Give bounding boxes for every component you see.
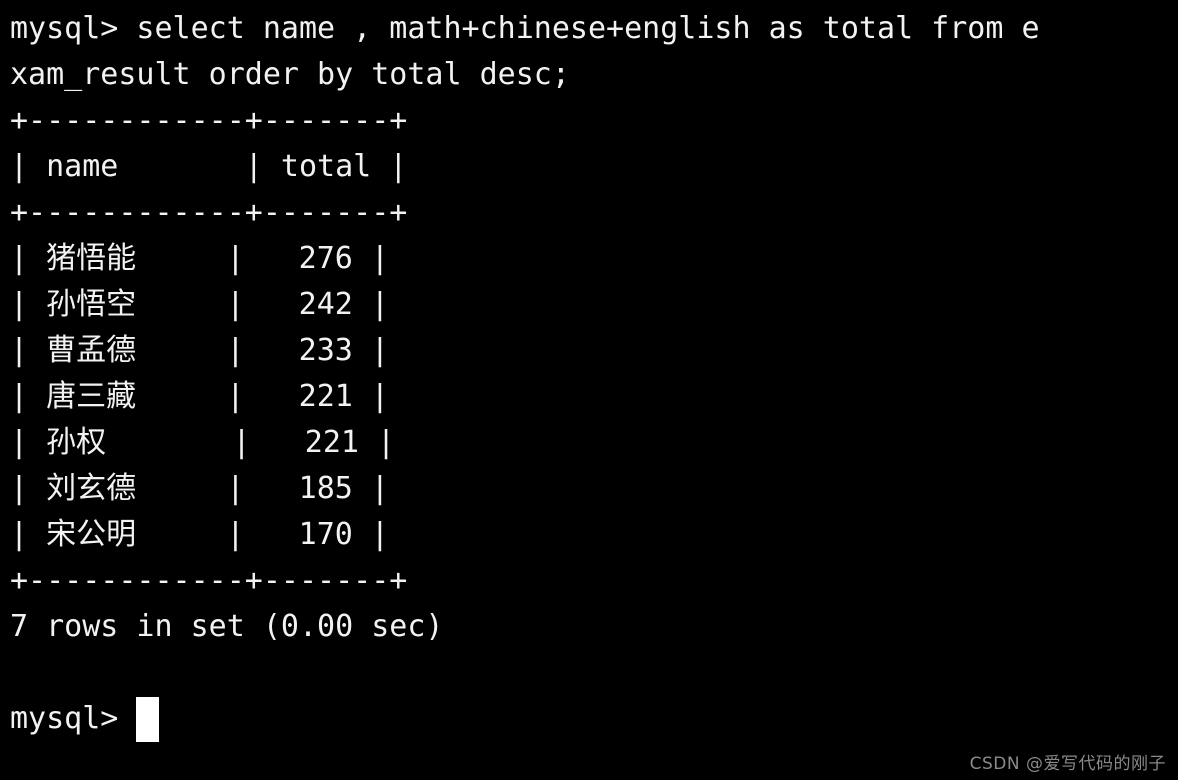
table-row: | 猪悟能 | 276 |	[10, 241, 389, 276]
table-row: | 曹孟德 | 233 |	[10, 333, 389, 368]
prompt-line[interactable]: mysql>	[10, 696, 1178, 742]
table-row: | 孙悟空 | 242 |	[10, 287, 389, 322]
query-line-2: xam_result order by total desc;	[10, 57, 570, 92]
terminal-screen[interactable]: mysql> select name , math+chinese+englis…	[0, 0, 1178, 780]
table-row: | 刘玄德 | 185 |	[10, 471, 389, 506]
table-rule-bottom: +------------+-------+	[10, 563, 408, 598]
table-rule-top: +------------+-------+	[10, 103, 408, 138]
table-rule-mid: +------------+-------+	[10, 195, 408, 230]
query-line-1: mysql> select name , math+chinese+englis…	[10, 11, 1040, 46]
prompt-label: mysql>	[10, 701, 119, 736]
table-header-row: | name | total |	[10, 149, 408, 184]
text-cursor	[136, 696, 160, 742]
watermark: CSDN @爱写代码的刚子	[969, 754, 1166, 774]
table-row: | 唐三藏 | 221 |	[10, 379, 389, 414]
table-row: | 宋公明 | 170 |	[10, 517, 389, 552]
status-line: 7 rows in set (0.00 sec)	[10, 609, 444, 644]
table-row: | 孙权 | 221 |	[10, 425, 396, 460]
